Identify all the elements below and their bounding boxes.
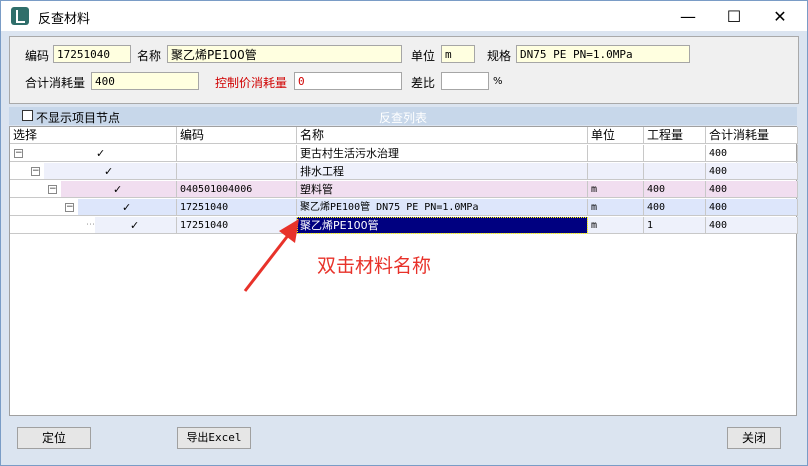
button-bar: 定位 导出Excel 关闭: [1, 416, 807, 465]
qty-cell: 1: [644, 217, 706, 234]
table-row[interactable]: − ✓ 排水工程 400: [10, 163, 798, 180]
annotation-text: 双击材料名称: [317, 255, 432, 277]
select-cell[interactable]: − ✓: [10, 199, 177, 216]
qty-cell: 400: [644, 181, 706, 198]
collapse-icon[interactable]: −: [65, 203, 74, 212]
table-row[interactable]: − ✓ 更古村生活污水治理 400: [10, 145, 798, 162]
diff-label: 差比: [411, 76, 436, 90]
checkmark-icon[interactable]: ✓: [122, 202, 131, 213]
qty-cell: [644, 163, 706, 180]
annotation-arrow-icon: [243, 219, 299, 292]
checkmark-icon[interactable]: ✓: [130, 220, 139, 231]
col-qty[interactable]: 工程量: [644, 127, 706, 144]
col-select[interactable]: 选择: [10, 127, 177, 144]
name-cell[interactable]: 排水工程: [297, 163, 588, 180]
maximize-icon[interactable]: ☐: [711, 1, 757, 31]
col-code[interactable]: 编码: [177, 127, 297, 144]
total-label: 合计消耗量: [25, 76, 86, 90]
unit-cell: m: [588, 217, 644, 234]
list-caption: 反查列表: [378, 111, 427, 125]
unit-cell: m: [588, 181, 644, 198]
qty-cell: [644, 145, 706, 162]
table-row[interactable]: ⋯ ✓ 17251040 聚乙烯PE100管 m 1 400: [10, 217, 798, 234]
percent-label: %: [493, 76, 503, 87]
table-row[interactable]: − ✓ 17251040 聚乙烯PE100管 DN75 PE PN=1.0MPa…: [10, 199, 798, 216]
checkmark-icon[interactable]: ✓: [104, 166, 113, 177]
tree-dots: ⋯: [86, 220, 95, 230]
select-cell[interactable]: − ✓: [10, 145, 177, 162]
code-label: 编码: [25, 49, 50, 63]
code-field[interactable]: 17251040: [53, 45, 131, 63]
name-cell[interactable]: 更古村生活污水治理: [297, 145, 588, 162]
total-cell: 400: [706, 181, 798, 198]
name-field[interactable]: 聚乙烯PE100管: [167, 45, 402, 63]
code-cell: 040501004006: [177, 181, 297, 198]
spec-label: 规格: [487, 49, 512, 63]
col-unit[interactable]: 单位: [588, 127, 644, 144]
export-excel-button[interactable]: 导出Excel: [177, 427, 251, 449]
select-cell[interactable]: − ✓: [10, 163, 177, 180]
close-icon[interactable]: ✕: [757, 1, 803, 31]
diff-field[interactable]: [441, 72, 489, 90]
minimize-icon[interactable]: —: [665, 1, 711, 31]
code-cell: [177, 145, 297, 162]
locate-button[interactable]: 定位: [17, 427, 91, 449]
col-name[interactable]: 名称: [297, 127, 588, 144]
select-cell[interactable]: ⋯ ✓: [10, 217, 177, 234]
code-cell: 17251040: [177, 199, 297, 216]
unit-label: 单位: [411, 49, 436, 63]
name-label: 名称: [137, 49, 162, 63]
title-bar: 反查材料 — ☐ ✕: [1, 1, 807, 31]
collapse-icon[interactable]: −: [14, 149, 23, 158]
unit-field[interactable]: m: [441, 45, 475, 63]
total-cell: 400: [706, 217, 798, 234]
window-title: 反查材料: [38, 12, 91, 27]
total-cell: 400: [706, 163, 798, 180]
material-info-panel: 编码 17251040 名称 聚乙烯PE100管 单位 m 规格 DN75 PE…: [9, 36, 799, 104]
select-cell[interactable]: − ✓: [10, 181, 177, 198]
col-total[interactable]: 合计消耗量: [706, 127, 798, 144]
grid-header: 选择 编码 名称 单位 工程量 合计消耗量: [10, 127, 798, 144]
qty-cell: 400: [644, 199, 706, 216]
app-icon: [11, 7, 29, 25]
list-header-bar: 反查列表: [9, 107, 797, 125]
name-cell-selected[interactable]: 聚乙烯PE100管: [297, 217, 588, 234]
total-cell: 400: [706, 199, 798, 216]
unit-cell: [588, 145, 644, 162]
checkmark-icon[interactable]: ✓: [113, 184, 122, 195]
unit-cell: m: [588, 199, 644, 216]
checkmark-icon[interactable]: ✓: [96, 148, 105, 159]
close-button[interactable]: 关闭: [727, 427, 781, 449]
table-row[interactable]: − ✓ 040501004006 塑料管 m 400 400: [10, 181, 798, 198]
hide-nodes-label: 不显示项目节点: [36, 111, 121, 125]
total-field[interactable]: 400: [91, 72, 199, 90]
collapse-icon[interactable]: −: [31, 167, 40, 176]
total-cell: 400: [706, 145, 798, 162]
dialog-window: 反查材料 — ☐ ✕ 编码 17251040 名称 聚乙烯PE100管 单位 m…: [0, 0, 808, 466]
name-cell[interactable]: 聚乙烯PE100管 DN75 PE PN=1.0MPa: [297, 199, 588, 216]
control-label: 控制价消耗量: [215, 76, 288, 90]
unit-cell: [588, 163, 644, 180]
hide-nodes-checkbox[interactable]: [22, 110, 33, 121]
code-cell: [177, 163, 297, 180]
name-cell[interactable]: 塑料管: [297, 181, 588, 198]
spec-field[interactable]: DN75 PE PN=1.0MPa: [516, 45, 690, 63]
control-field[interactable]: 0: [294, 72, 402, 90]
collapse-icon[interactable]: −: [48, 185, 57, 194]
